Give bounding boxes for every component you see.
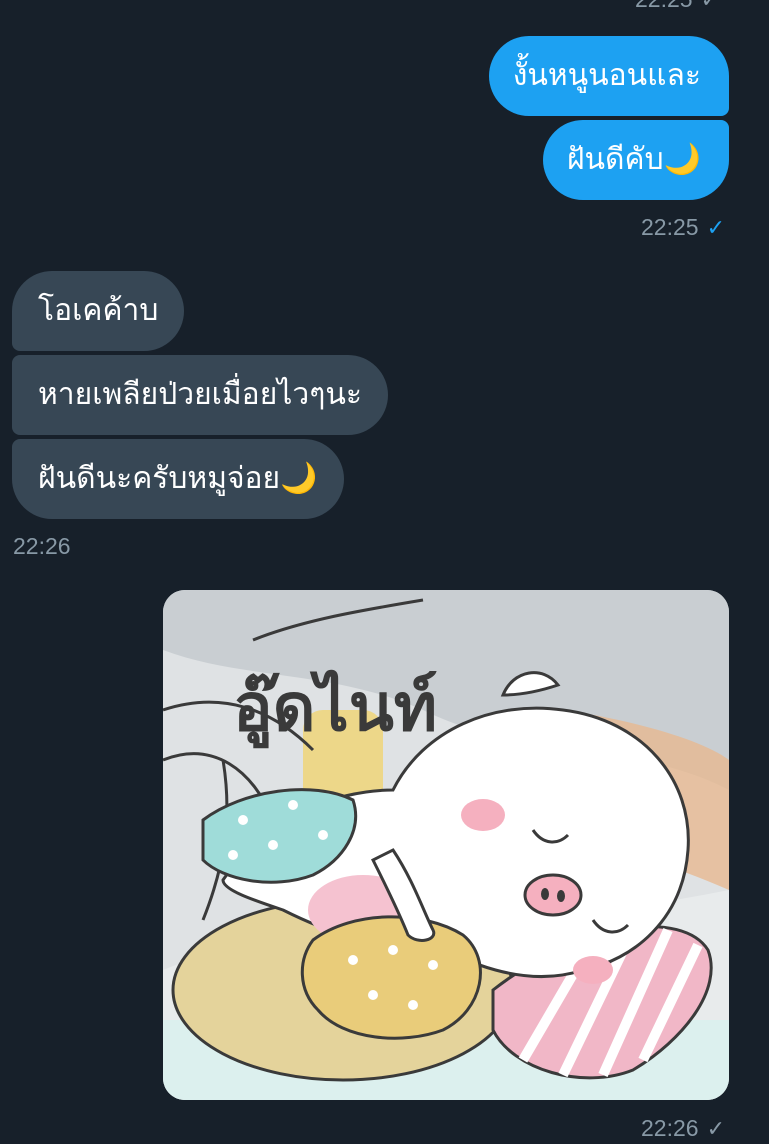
sticker-caption: อู๊ดไนท์ <box>233 669 437 749</box>
check-icon: ✓ <box>706 1115 725 1141</box>
message-text: งั้นหนูนอนและ <box>512 58 701 93</box>
timestamp-text: 22:25 <box>635 0 693 13</box>
message-text: หายเพลียป่วยเมื่อยไวๆนะ <box>38 377 362 412</box>
outgoing-message-bubble[interactable]: ฝันดีคับ🌙 <box>542 120 729 200</box>
sleeping-pig-sticker: อู๊ดไนท์ <box>163 590 729 1100</box>
incoming-message-bubble[interactable]: โอเคค้าบ <box>12 271 185 351</box>
message-timestamp: 22:26 <box>13 533 71 560</box>
incoming-message-bubble[interactable]: ฝันดีนะครับหมูจ่อย🌙 <box>12 439 344 519</box>
message-text: ฝันดีนะครับหมูจ่อย🌙 <box>38 461 318 496</box>
chat-thread: 22:25 ✓ งั้นหนูนอนและ ฝันดีคับ🌙 22:25 ✓ … <box>0 0 769 1144</box>
timestamp-text: 22:26 <box>13 533 71 559</box>
message-timestamp: 22:26 ✓ <box>641 1115 725 1142</box>
outgoing-message-bubble[interactable]: งั้นหนูนอนและ <box>488 36 729 116</box>
check-icon: ✓ <box>706 214 725 240</box>
message-timestamp: 22:25 ✓ <box>641 214 725 241</box>
message-timestamp-partial: 22:25 ✓ <box>635 0 719 13</box>
timestamp-text: 22:26 <box>641 1115 699 1141</box>
sticker-image[interactable]: อู๊ดไนท์ <box>163 590 729 1100</box>
timestamp-text: 22:25 <box>641 214 699 240</box>
incoming-message-bubble[interactable]: หายเพลียป่วยเมื่อยไวๆนะ <box>12 355 388 435</box>
message-text: ฝันดีคับ🌙 <box>566 142 701 177</box>
check-icon: ✓ <box>701 0 719 13</box>
message-text: โอเคค้าบ <box>38 293 159 328</box>
